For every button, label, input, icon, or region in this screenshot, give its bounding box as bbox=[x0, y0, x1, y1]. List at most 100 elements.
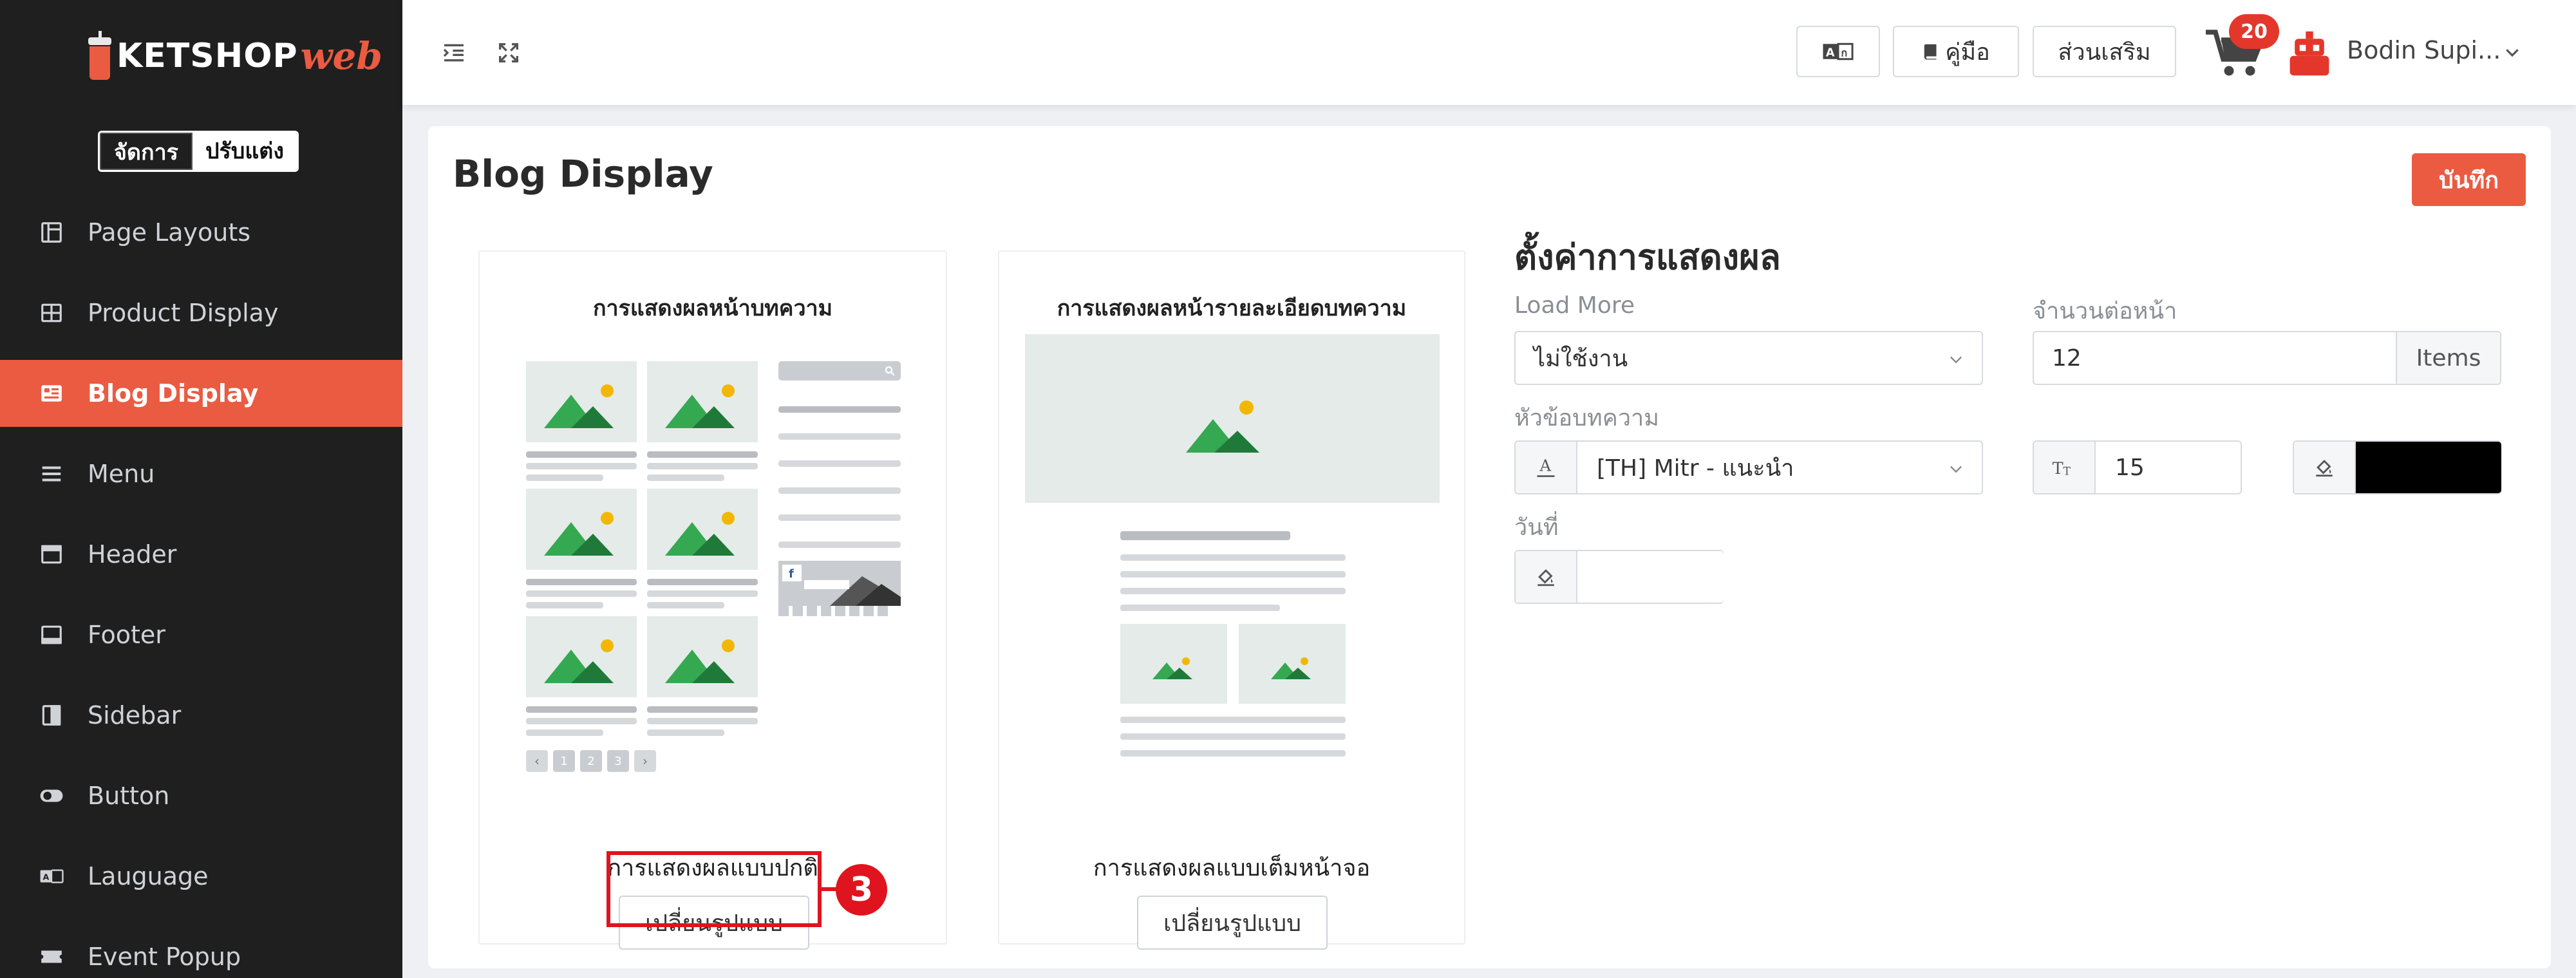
image-placeholder-icon bbox=[544, 639, 614, 683]
sidebar-icon bbox=[39, 702, 64, 728]
top-header: Aก คู่มือ ส่วนเสริม 20 Bodin Supi... bbox=[402, 0, 2576, 105]
language-icon: A bbox=[39, 863, 64, 889]
heading-size-input[interactable]: TT 15 bbox=[2033, 440, 2242, 494]
manual-label: คู่มือ bbox=[1945, 39, 1990, 66]
sidebar-item-button[interactable]: Button bbox=[0, 762, 402, 829]
image-placeholder-icon bbox=[665, 512, 735, 556]
layout-title: การแสดงผลหน้ารายละเอียดบทความ bbox=[1057, 296, 1407, 321]
translate-icon: Aก bbox=[1823, 42, 1854, 61]
book-icon bbox=[1924, 44, 1937, 60]
preview-image bbox=[647, 361, 758, 442]
sidebar-item-language[interactable]: A Lauguage bbox=[0, 843, 402, 910]
ticket-icon bbox=[39, 944, 64, 970]
save-button[interactable]: บันทึก bbox=[2412, 153, 2526, 206]
footer-icon bbox=[39, 622, 64, 648]
chevron-down-icon bbox=[1950, 356, 1962, 364]
date-color-picker[interactable] bbox=[1514, 550, 1724, 604]
sidebar-item-menu[interactable]: Menu bbox=[0, 440, 402, 507]
layout-title: การแสดงผลหน้าบทความ bbox=[592, 296, 833, 321]
sidebar-item-label: Header bbox=[88, 540, 177, 569]
sidebar-item-label: Footer bbox=[88, 621, 165, 649]
translate-button[interactable]: Aก bbox=[1796, 26, 1880, 77]
annotation-step-badge: 3 bbox=[836, 864, 887, 916]
layout-caption: การแสดงผลแบบเต็มหน้าจอ bbox=[1093, 855, 1371, 881]
image-placeholder-icon bbox=[544, 384, 614, 428]
preview-social-widget: f bbox=[778, 561, 901, 606]
brand-name: KETSHOP bbox=[117, 37, 298, 75]
preview-social-icons bbox=[778, 606, 901, 621]
chevron-down-icon[interactable] bbox=[2503, 42, 2522, 62]
preview-image bbox=[526, 361, 637, 442]
sidebar-item-sidebar[interactable]: Sidebar bbox=[0, 682, 402, 749]
preview-hero-image bbox=[1025, 334, 1440, 503]
date-label: วันที่ bbox=[1514, 514, 1559, 541]
blog-icon bbox=[39, 381, 64, 406]
preview-page-number: 2 bbox=[580, 750, 602, 772]
preview-image bbox=[1120, 624, 1227, 704]
heading-color-swatch bbox=[2356, 442, 2501, 493]
avatar[interactable] bbox=[2285, 29, 2334, 78]
image-placeholder-icon bbox=[1186, 400, 1259, 453]
preview-page-number: 1 bbox=[553, 750, 575, 772]
sidebar-item-label: Menu bbox=[88, 460, 155, 488]
preview-image bbox=[647, 616, 758, 697]
svg-text:A: A bbox=[1826, 46, 1835, 59]
svg-text:ก: ก bbox=[1841, 46, 1847, 59]
image-placeholder-icon bbox=[665, 384, 735, 428]
cup-logo-icon bbox=[87, 31, 113, 81]
load-more-select[interactable]: ไม่ใช้งาน bbox=[1514, 331, 1983, 385]
heading-color-picker[interactable] bbox=[2293, 440, 2501, 494]
annotation-highlight bbox=[606, 851, 822, 927]
brand-logo[interactable]: KETSHOP web bbox=[87, 27, 382, 85]
text-size-icon: TT bbox=[2034, 442, 2096, 493]
user-name[interactable]: Bodin Supi... bbox=[2347, 31, 2501, 70]
page-title: Blog Display bbox=[453, 152, 713, 196]
header-icon bbox=[39, 541, 64, 567]
preview-image bbox=[526, 489, 637, 570]
sidebar-item-label: Button bbox=[88, 782, 170, 810]
addons-button[interactable]: ส่วนเสริม bbox=[2033, 26, 2176, 77]
sidebar-item-label: Page Layouts bbox=[88, 218, 251, 247]
per-page-unit: Items bbox=[2396, 332, 2500, 384]
preview-image bbox=[526, 616, 637, 697]
change-layout-button[interactable]: เปลี่ยนรูปแบบ bbox=[1137, 896, 1328, 950]
per-page-input[interactable]: 12 Items bbox=[2033, 331, 2501, 385]
fullscreen-icon[interactable] bbox=[496, 40, 522, 66]
chevron-right-icon: › bbox=[634, 750, 656, 772]
sidebar-item-page-layouts[interactable]: Page Layouts bbox=[0, 199, 402, 266]
cart-count-badge: 20 bbox=[2229, 14, 2279, 49]
sidebar-item-event-popup[interactable]: Event Popup bbox=[0, 923, 402, 978]
mode-customize-button[interactable]: ปรับแต่ง bbox=[192, 133, 297, 170]
layout-panel-detail: การแสดงผลหน้ารายละเอียดบทความ การแสดงผลแ… bbox=[998, 250, 1465, 950]
sidebar-item-header[interactable]: Header bbox=[0, 521, 402, 588]
sidebar-item-label: Event Popup bbox=[88, 943, 241, 971]
preview-image bbox=[647, 489, 758, 570]
paint-bucket-icon bbox=[1516, 551, 1577, 603]
brand-suffix: web bbox=[300, 34, 382, 78]
svg-text:T: T bbox=[2053, 459, 2064, 478]
image-placeholder-icon bbox=[1152, 657, 1192, 679]
sidebar-item-footer[interactable]: Footer bbox=[0, 601, 402, 668]
load-more-value: ไม่ใช้งาน bbox=[1534, 345, 1628, 372]
manual-button[interactable]: คู่มือ bbox=[1893, 26, 2019, 77]
chevron-left-icon: ‹ bbox=[526, 750, 548, 772]
heading-font-select[interactable]: A [TH] Mitr - แนะนำ bbox=[1514, 440, 1983, 494]
menu-icon bbox=[39, 461, 64, 487]
sidebar-item-label: Sidebar bbox=[88, 701, 182, 729]
font-icon: A bbox=[1516, 442, 1577, 493]
sidebar-nav: Page Layouts Product Display Blog Displa… bbox=[0, 199, 402, 978]
image-placeholder-icon bbox=[544, 512, 614, 556]
sidebar: KETSHOP web จัดการ ปรับแต่ง Page Layouts… bbox=[0, 0, 402, 978]
sidebar-item-label: Lauguage bbox=[88, 862, 209, 890]
sidebar-item-product-display[interactable]: Product Display bbox=[0, 279, 402, 346]
per-page-value: 12 bbox=[2052, 344, 2082, 371]
sidebar-item-blog-display[interactable]: Blog Display bbox=[0, 360, 402, 427]
grid-icon bbox=[39, 300, 64, 326]
image-placeholder-icon bbox=[1271, 657, 1311, 679]
date-color-swatch bbox=[1577, 551, 1724, 603]
content-card: Blog Display บันทึก การแสดงผลหน้าบทความ bbox=[428, 126, 2551, 968]
chevron-down-icon bbox=[1950, 465, 1962, 473]
preview-page-number: 3 bbox=[607, 750, 629, 772]
indent-icon[interactable] bbox=[441, 40, 467, 66]
mode-manage-button[interactable]: จัดการ bbox=[100, 133, 193, 170]
